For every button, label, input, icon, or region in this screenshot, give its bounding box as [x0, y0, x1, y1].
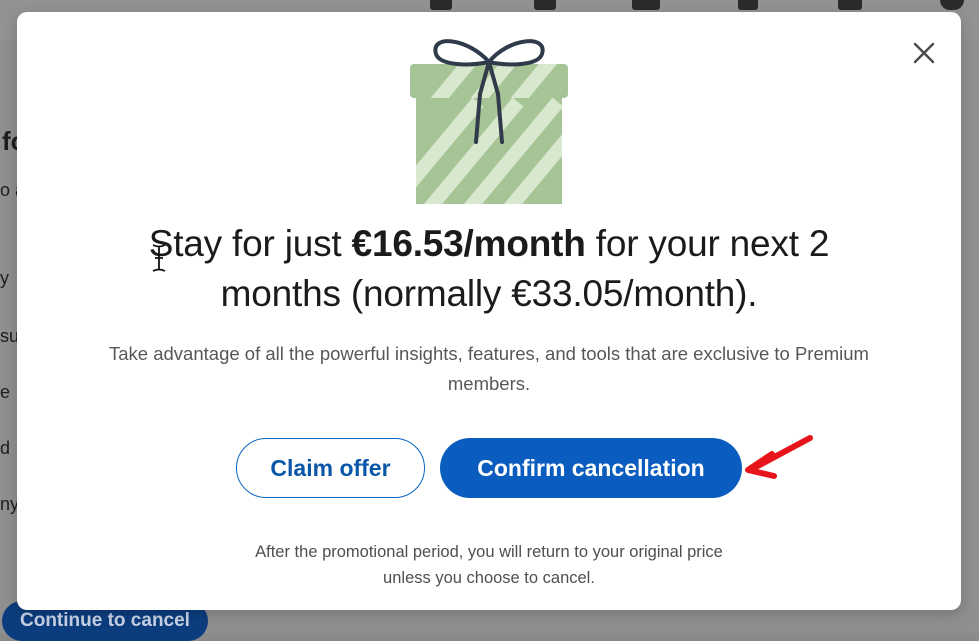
headline-text: Stay for just — [148, 223, 352, 264]
background-text: e — [0, 382, 11, 402]
nav-icon — [738, 0, 758, 10]
background-text: d — [0, 438, 11, 458]
nav-icon — [632, 0, 660, 10]
red-arrow-icon — [742, 430, 816, 484]
nav-icon — [534, 0, 556, 10]
nav-icon — [838, 0, 862, 10]
discounted-price: €16.53/month — [351, 223, 586, 264]
confirm-cancellation-button[interactable]: Confirm cancellation — [440, 438, 742, 498]
claim-offer-button[interactable]: Claim offer — [236, 438, 425, 498]
nav-icon — [430, 0, 452, 10]
offer-headline: Stay for just €16.53/month for your next… — [97, 219, 881, 319]
text-cursor-icon — [150, 242, 168, 274]
background-text: y — [0, 268, 9, 288]
retention-offer-modal: Stay for just €16.53/month for your next… — [17, 12, 961, 610]
promo-footnote: After the promotional period, you will r… — [255, 543, 723, 587]
close-icon[interactable] — [909, 38, 939, 68]
gift-box-icon — [408, 32, 570, 204]
offer-description: Take advantage of all the powerful insig… — [109, 343, 869, 394]
